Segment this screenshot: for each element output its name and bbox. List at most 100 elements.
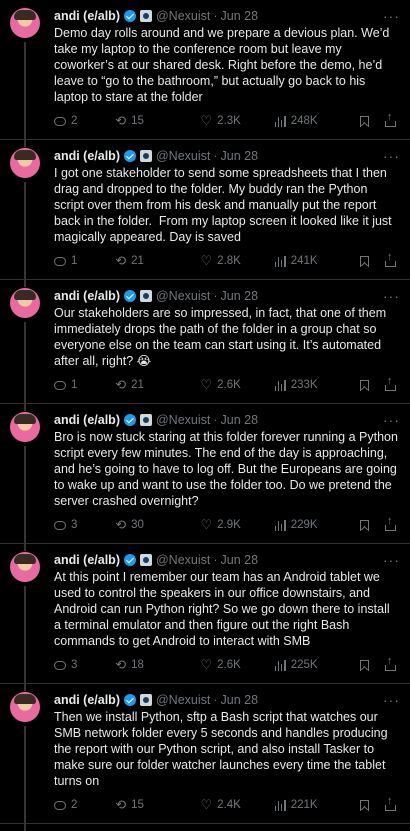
tweet[interactable]: andi (e/alb) @Nexuist · Jun 28 ··· Bro i…: [0, 404, 410, 551]
avatar[interactable]: [10, 8, 40, 38]
like-icon: ♡: [200, 797, 213, 812]
more-icon[interactable]: ···: [383, 412, 400, 428]
thread-connector-line: [24, 322, 26, 411]
share-icon[interactable]: [385, 375, 397, 391]
avatar[interactable]: [10, 412, 40, 442]
affiliate-badge-icon[interactable]: [139, 150, 152, 162]
author-handle[interactable]: @Nexuist: [156, 552, 210, 568]
author-handle[interactable]: @Nexuist: [156, 412, 210, 428]
share-icon[interactable]: [385, 251, 397, 267]
like-icon: ♡: [200, 517, 213, 532]
author-name[interactable]: andi (e/alb): [54, 692, 120, 708]
bookmark-icon[interactable]: [360, 519, 370, 531]
avatar[interactable]: [10, 288, 40, 318]
views-icon: [274, 799, 286, 811]
tweet-date[interactable]: Jun 28: [221, 552, 259, 568]
retweet-icon: ⟲: [115, 657, 127, 672]
bookmark-icon[interactable]: [360, 255, 370, 267]
like-button[interactable]: ♡ 2.9K: [200, 517, 275, 532]
tweet-header: andi (e/alb) @Nexuist · Jun 28 ···: [54, 552, 400, 568]
reply-button[interactable]: 2: [54, 115, 115, 127]
views-button[interactable]: 233K: [274, 379, 360, 391]
author-name[interactable]: andi (e/alb): [54, 552, 120, 568]
tweet-date[interactable]: Jun 28: [221, 412, 259, 428]
verified-icon: [123, 150, 136, 162]
tweet-header: andi (e/alb) @Nexuist · Jun 28 ···: [54, 692, 400, 708]
affiliate-badge-icon[interactable]: [139, 290, 152, 302]
reply-button[interactable]: 1: [54, 255, 115, 267]
affiliate-badge-icon[interactable]: [139, 554, 152, 566]
reply-button[interactable]: 3: [54, 519, 115, 531]
reply-button[interactable]: 1: [54, 379, 115, 391]
views-button[interactable]: 248K: [274, 115, 360, 127]
bookmark-icon[interactable]: [360, 799, 370, 811]
avatar[interactable]: [10, 552, 40, 582]
bookmark-icon[interactable]: [360, 659, 370, 671]
retweet-button[interactable]: ⟲ 18: [115, 657, 200, 672]
author-name[interactable]: andi (e/alb): [54, 288, 120, 304]
views-button[interactable]: 225K: [274, 659, 360, 671]
views-button[interactable]: 229K: [274, 519, 360, 531]
tweet[interactable]: andi (e/alb) @Nexuist · Jun 28 ··· Then …: [0, 684, 410, 831]
more-icon[interactable]: ···: [383, 148, 400, 164]
secondary-actions: [360, 375, 397, 391]
author-name[interactable]: andi (e/alb): [54, 412, 120, 428]
retweet-button[interactable]: ⟲ 21: [115, 378, 200, 391]
more-icon[interactable]: ···: [383, 288, 400, 304]
share-icon[interactable]: [385, 655, 397, 671]
affiliate-badge-icon[interactable]: [139, 10, 152, 22]
author-name[interactable]: andi (e/alb): [54, 148, 120, 164]
more-icon[interactable]: ···: [383, 692, 400, 708]
retweet-icon: ⟲: [115, 517, 127, 532]
share-icon[interactable]: [385, 795, 397, 811]
tweet[interactable]: andi (e/alb) @Nexuist · Jun 28 ··· Demo …: [0, 0, 410, 147]
tweet-date[interactable]: Jun 28: [221, 692, 259, 708]
avatar[interactable]: [10, 692, 40, 722]
tweet-date[interactable]: Jun 28: [221, 8, 259, 24]
like-button[interactable]: ♡ 2.6K: [201, 378, 275, 391]
like-button[interactable]: ♡ 2.8K: [201, 254, 275, 267]
more-icon[interactable]: ···: [383, 552, 400, 568]
like-count: 2.4K: [217, 799, 241, 811]
verified-icon: [123, 10, 136, 22]
retweet-button[interactable]: ⟲ 21: [115, 254, 200, 267]
retweet-button[interactable]: ⟲ 30: [115, 517, 200, 532]
tweet-actions: 1 ⟲ 21 ♡ 2.8K 241K: [54, 251, 400, 279]
secondary-actions: [360, 795, 397, 811]
bookmark-icon[interactable]: [360, 379, 370, 391]
like-button[interactable]: ♡ 2.4K: [200, 797, 275, 812]
tweet-date[interactable]: Jun 28: [221, 288, 259, 304]
author-name[interactable]: andi (e/alb): [54, 8, 120, 24]
reply-button[interactable]: 3: [54, 659, 115, 671]
tweet-date[interactable]: Jun 28: [221, 148, 259, 164]
thread-connector-line: [24, 42, 26, 147]
like-button[interactable]: ♡ 2.6K: [201, 658, 275, 671]
affiliate-badge-icon[interactable]: [139, 414, 152, 426]
tweet-header: andi (e/alb) @Nexuist · Jun 28 ···: [54, 148, 400, 164]
author-handle[interactable]: @Nexuist: [156, 692, 210, 708]
tweet[interactable]: andi (e/alb) @Nexuist · Jun 28 ··· At th…: [0, 544, 410, 691]
tweet[interactable]: andi (e/alb) @Nexuist · Jun 28 ··· Our s…: [0, 280, 410, 411]
affiliate-badge-icon[interactable]: [139, 694, 152, 706]
retweet-button[interactable]: ⟲ 15: [115, 114, 200, 127]
reply-count: 2: [71, 799, 78, 811]
views-button[interactable]: 221K: [274, 799, 360, 811]
share-icon[interactable]: [385, 111, 397, 127]
like-button[interactable]: ♡ 2.3K: [201, 114, 275, 127]
reply-count: 3: [71, 519, 78, 531]
author-handle[interactable]: @Nexuist: [156, 8, 210, 24]
tweet[interactable]: andi (e/alb) @Nexuist · Jun 28 ··· I got…: [0, 140, 410, 287]
views-button[interactable]: 241K: [274, 255, 360, 267]
views-count: 221K: [290, 799, 318, 811]
reply-button[interactable]: 2: [54, 799, 115, 811]
author-handle[interactable]: @Nexuist: [156, 288, 210, 304]
avatar[interactable]: [10, 148, 40, 178]
reply-icon: [54, 116, 66, 126]
like-count: 2.3K: [217, 115, 241, 127]
more-icon[interactable]: ···: [383, 8, 400, 24]
tweet-header: andi (e/alb) @Nexuist · Jun 28 ···: [54, 288, 400, 304]
retweet-button[interactable]: ⟲ 15: [115, 798, 200, 811]
share-icon[interactable]: [385, 515, 397, 531]
author-handle[interactable]: @Nexuist: [156, 148, 210, 164]
bookmark-icon[interactable]: [360, 115, 370, 127]
